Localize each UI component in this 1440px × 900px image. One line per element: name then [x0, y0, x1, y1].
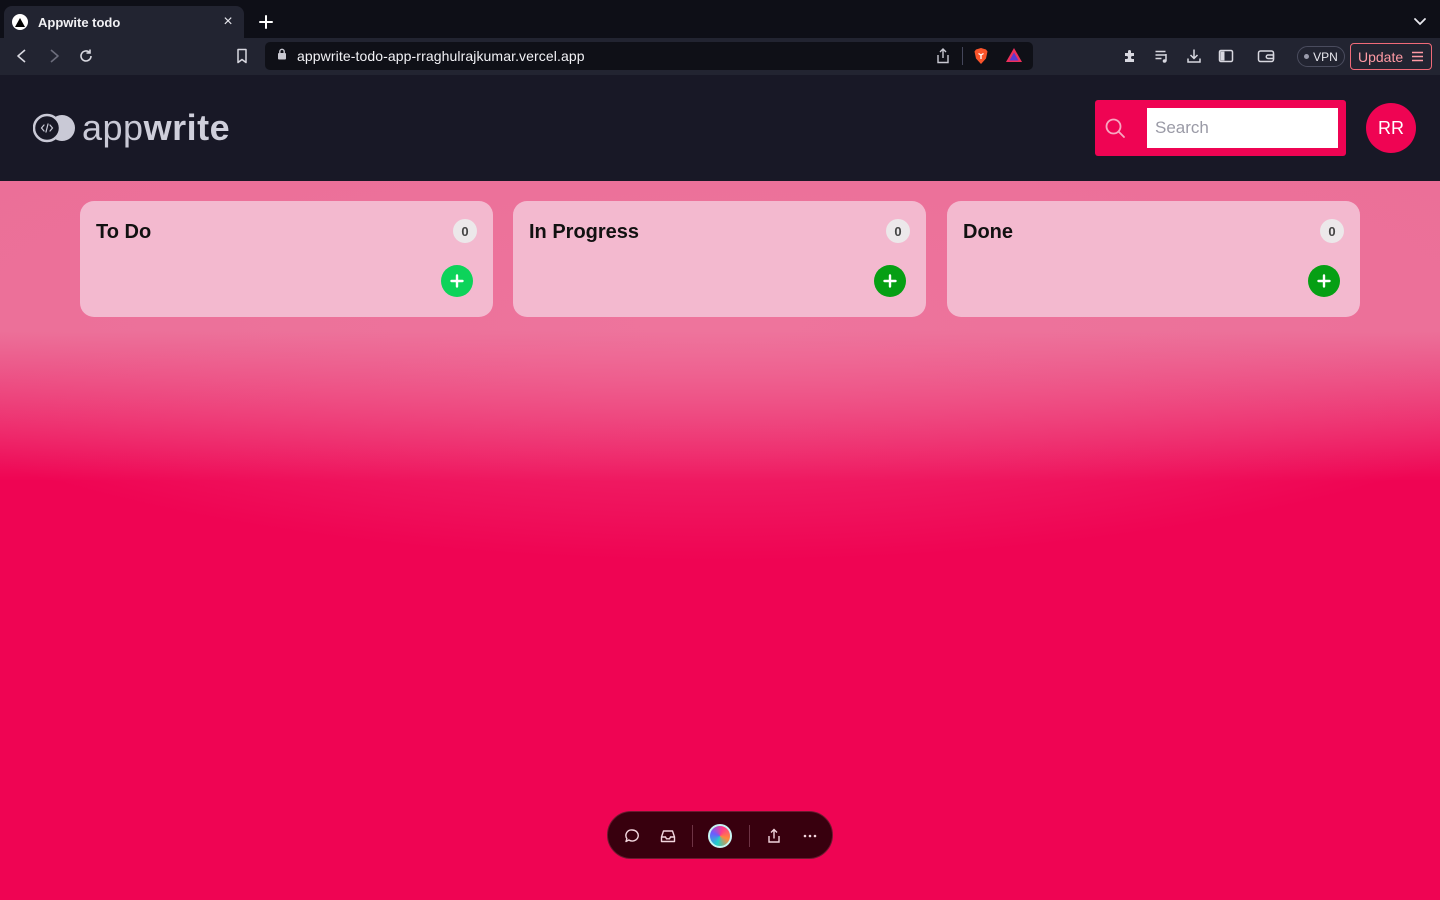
- app-header: appwrite RR: [0, 75, 1440, 181]
- plus-icon: [450, 274, 464, 288]
- share-icon[interactable]: [934, 47, 952, 65]
- logo-text-suffix: write: [143, 107, 231, 148]
- extensions-icon[interactable]: [1120, 46, 1140, 66]
- new-tab-button[interactable]: [256, 12, 276, 32]
- add-task-button[interactable]: [874, 265, 906, 297]
- browser-toolbar: appwrite-todo-app-rraghulrajkumar.vercel…: [0, 38, 1440, 75]
- dock-avatar[interactable]: [708, 824, 732, 848]
- media-playlist-icon[interactable]: [1152, 46, 1172, 66]
- lock-icon: [277, 47, 287, 65]
- share-icon[interactable]: [763, 825, 785, 847]
- comment-icon[interactable]: [621, 825, 643, 847]
- downloads-icon[interactable]: [1184, 46, 1204, 66]
- plus-icon: [883, 274, 897, 288]
- tab-title: Appwite todo: [38, 14, 121, 30]
- add-task-button[interactable]: [1308, 265, 1340, 297]
- column-title: To Do: [96, 221, 152, 243]
- column-done: Done 0: [947, 201, 1360, 317]
- add-task-button[interactable]: [441, 265, 473, 297]
- search-icon: [1104, 117, 1126, 139]
- plus-icon: [1317, 274, 1331, 288]
- more-options-icon[interactable]: [799, 825, 821, 847]
- column-title: Done: [963, 221, 1013, 243]
- address-bar-divider: [962, 47, 963, 65]
- tab-close-icon[interactable]: ×: [220, 13, 236, 30]
- search-input[interactable]: [1147, 108, 1338, 148]
- column-in-progress: In Progress 0: [513, 201, 926, 317]
- dock-divider: [749, 825, 750, 847]
- back-button[interactable]: [12, 46, 32, 66]
- inbox-icon[interactable]: [657, 825, 679, 847]
- user-avatar[interactable]: RR: [1366, 103, 1416, 153]
- column-count-badge: 0: [1320, 219, 1344, 243]
- vpn-status-dot: [1304, 54, 1310, 59]
- address-bar[interactable]: appwrite-todo-app-rraghulrajkumar.vercel…: [265, 42, 1033, 70]
- forward-button[interactable]: [44, 46, 64, 66]
- bookmark-icon[interactable]: [232, 46, 252, 66]
- browser-tab[interactable]: Appwite todo ×: [4, 6, 244, 38]
- column-todo: To Do 0: [80, 201, 493, 317]
- vercel-favicon-icon: [12, 14, 28, 30]
- column-title: In Progress: [529, 221, 640, 243]
- search-box: [1095, 100, 1346, 156]
- tab-list-chevron-icon[interactable]: [1412, 13, 1428, 29]
- brave-shields-icon[interactable]: [973, 47, 991, 65]
- dock-divider: [692, 825, 693, 847]
- column-count-badge: 0: [886, 219, 910, 243]
- column-count-badge: 0: [453, 219, 477, 243]
- vpn-label: VPN: [1313, 49, 1338, 64]
- address-bar-url[interactable]: appwrite-todo-app-rraghulrajkumar.vercel…: [297, 48, 934, 64]
- brave-rewards-icon[interactable]: [1005, 47, 1023, 65]
- appwrite-logo-text: appwrite: [82, 108, 230, 148]
- update-button[interactable]: Update: [1350, 43, 1432, 70]
- reload-button[interactable]: [76, 46, 96, 66]
- browser-tab-bar: Appwite todo ×: [0, 0, 1440, 38]
- wallet-icon[interactable]: [1256, 46, 1276, 66]
- hamburger-menu-icon: [1412, 51, 1423, 62]
- logo-text-prefix: app: [82, 107, 144, 148]
- kanban-board: To Do 0 In Progress 0 Done 0: [0, 181, 1440, 900]
- floating-toolbar: [607, 811, 833, 859]
- update-label: Update: [1358, 48, 1404, 65]
- sidebar-toggle-icon[interactable]: [1216, 46, 1236, 66]
- vpn-button[interactable]: VPN: [1297, 46, 1345, 67]
- appwrite-logo-icon: [32, 113, 76, 143]
- appwrite-logo[interactable]: appwrite: [32, 108, 230, 148]
